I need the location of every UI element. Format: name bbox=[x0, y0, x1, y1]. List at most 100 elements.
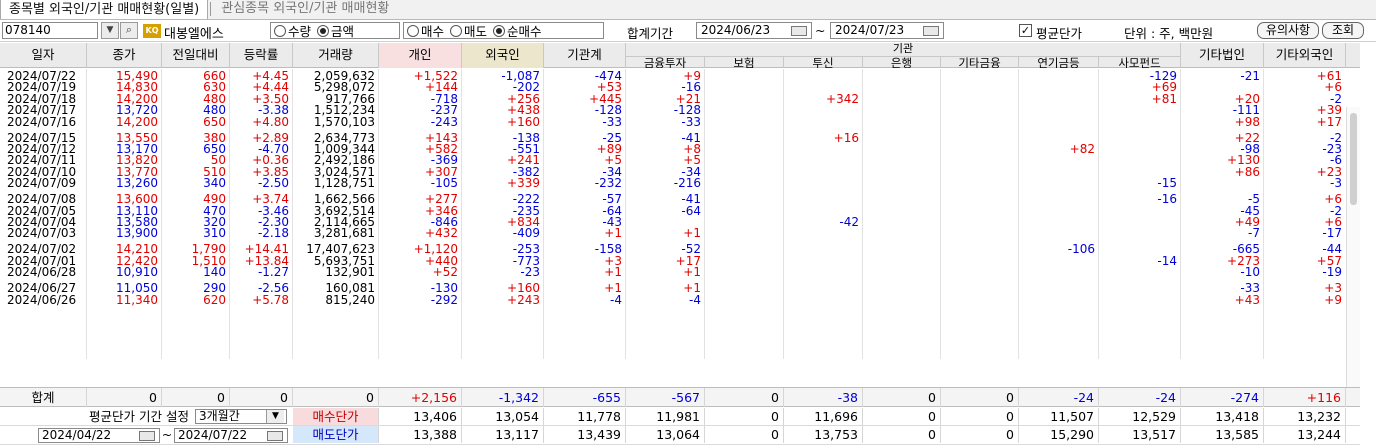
table-row[interactable]: 2024/07/08 13,600 490 +3.74 1,662,566 +277 -22… bbox=[0, 194, 1360, 205]
cell-date: 2024/06/27 bbox=[7, 283, 77, 295]
notice-button[interactable]: 유의사항 bbox=[1257, 22, 1319, 39]
table-row[interactable]: 2024/06/27 11,050 290 -2.56 160,081 -130 +160 +… bbox=[0, 283, 1360, 294]
header-foreign[interactable]: 외국인 bbox=[462, 43, 544, 68]
cell-date: 2024/07/10 bbox=[7, 166, 77, 178]
avg-price-checkbox[interactable]: ✓ bbox=[1019, 24, 1032, 37]
calendar-icon[interactable] bbox=[139, 431, 155, 441]
header-fin-invest[interactable]: 금융투자 bbox=[626, 56, 705, 68]
query-button[interactable]: 조회 bbox=[1322, 22, 1364, 39]
radio-label: 매도 bbox=[464, 24, 488, 39]
totals-institution: -655 bbox=[544, 388, 626, 407]
cell-close: 14,200 bbox=[116, 93, 158, 105]
stock-code-input[interactable]: 078140 bbox=[2, 22, 98, 39]
cell-volume: 2,059,632 bbox=[313, 71, 375, 82]
cell-rate: +4.44 bbox=[252, 82, 289, 94]
unit-radio-group: 수량 금액 bbox=[270, 22, 400, 39]
header-date[interactable]: 일자 bbox=[0, 43, 87, 68]
vertical-scrollbar[interactable] bbox=[1346, 107, 1360, 387]
header-volume[interactable]: 거래량 bbox=[293, 43, 379, 68]
table-row[interactable]: 2024/07/05 13,110 470 -3.46 3,692,514 +346 -23… bbox=[0, 206, 1360, 217]
header-private-fund[interactable]: 사모펀드 bbox=[1099, 56, 1181, 68]
table-row[interactable]: 2024/07/01 12,420 1,510 +13.84 5,693,751 +440… bbox=[0, 256, 1360, 267]
cell-institution: +1 bbox=[604, 267, 622, 279]
cell-close: 13,580 bbox=[116, 217, 158, 228]
cell-volume: 815,240 bbox=[325, 294, 375, 306]
cell-private-fund: +81 bbox=[1151, 93, 1177, 105]
table-row[interactable]: 2024/07/10 13,770 510 +3.85 3,024,571 +307 -38… bbox=[0, 167, 1360, 178]
header-other-foreign[interactable]: 기타외국인 bbox=[1264, 43, 1346, 68]
avg-period-select[interactable]: 3개월간 ▼ bbox=[195, 409, 287, 424]
header-trust[interactable]: 투신 bbox=[784, 56, 863, 68]
avg-sell-value: 13,439 bbox=[544, 426, 626, 443]
table-row[interactable]: 2024/07/17 13,720 480 -3.38 1,512,234 -237 +43… bbox=[0, 105, 1360, 116]
header-bank[interactable]: 은행 bbox=[863, 56, 941, 68]
calendar-icon[interactable] bbox=[791, 26, 807, 36]
table-row[interactable]: 2024/07/16 14,200 650 +4.80 1,570,103 -243 +16… bbox=[0, 117, 1360, 128]
header-individual[interactable]: 개인 bbox=[379, 43, 462, 68]
avg-buy-value: 13,406 bbox=[379, 408, 462, 425]
cell-institution: -474 bbox=[594, 71, 622, 82]
table-row[interactable]: 2024/07/03 13,900 310 -2.18 3,281,681 +432 -40… bbox=[0, 228, 1360, 239]
radio-quantity[interactable]: 수량 bbox=[274, 21, 311, 40]
header-close[interactable]: 종가 bbox=[87, 43, 162, 68]
tab-stock-daily[interactable]: 종목별 외국인/기관 매매현황(일별) bbox=[0, 0, 209, 19]
header-pension[interactable]: 연기금등 bbox=[1019, 56, 1099, 68]
avg-from-input[interactable]: 2024/04/22 bbox=[38, 428, 160, 443]
table-row[interactable]: 2024/07/18 14,200 480 +3.50 917,766 -718 +256 +… bbox=[0, 94, 1360, 105]
cell-individual: -718 bbox=[430, 93, 458, 105]
table-row[interactable]: 2024/07/12 13,170 650 -4.70 1,009,344 +582 -55… bbox=[0, 144, 1360, 155]
header-insurance[interactable]: 보험 bbox=[705, 56, 784, 68]
code-dropdown-button[interactable]: ▼ bbox=[101, 22, 119, 39]
avg-buy-value: 11,696 bbox=[784, 408, 863, 425]
date-to-input[interactable]: 2024/07/23 bbox=[830, 22, 944, 39]
cell-close: 13,170 bbox=[116, 144, 158, 155]
table-row[interactable]: 2024/07/11 13,820 50 +0.36 2,492,186 -369 +241… bbox=[0, 155, 1360, 166]
table-row[interactable]: 2024/07/02 14,210 1,790 +14.41 17,407,623 +1,… bbox=[0, 244, 1360, 255]
totals-other-corp: -274 bbox=[1181, 388, 1264, 407]
scrollbar-thumb[interactable] bbox=[1350, 113, 1357, 205]
cell-rate: -1.27 bbox=[257, 267, 289, 279]
totals-other-foreign: +116 bbox=[1264, 388, 1346, 407]
header-other-corp[interactable]: 기타법인 bbox=[1181, 43, 1264, 68]
cell-other-corp: +20 bbox=[1234, 93, 1260, 105]
cell-other-corp: +130 bbox=[1227, 155, 1260, 167]
cell-other-corp: +49 bbox=[1234, 217, 1260, 228]
table-row[interactable]: 2024/06/28 10,910 140 -1.27 132,901 +52 -23 +1 +… bbox=[0, 267, 1360, 278]
table-row[interactable]: 2024/07/19 14,830 630 +4.44 5,298,072 +144 -20… bbox=[0, 82, 1360, 93]
cell-fin-invest: +5 bbox=[683, 155, 701, 167]
cell-change: 480 bbox=[203, 105, 226, 117]
calendar-icon[interactable] bbox=[923, 26, 939, 36]
table-row[interactable]: 2024/07/15 13,550 380 +2.89 2,634,773 +143 -13… bbox=[0, 133, 1360, 144]
header-change[interactable]: 전일대비 bbox=[162, 43, 230, 68]
radio-circle-icon bbox=[407, 24, 419, 37]
table-body: 2024/07/22 15,490 660 +4.45 2,059,632 +1,522 -… bbox=[0, 69, 1360, 387]
cell-other-foreign: -19 bbox=[1322, 267, 1342, 279]
market-badge-icon: KQ bbox=[143, 24, 161, 38]
date-from-input[interactable]: 2024/06/23 bbox=[696, 22, 812, 39]
cell-rate: -3.38 bbox=[257, 105, 289, 117]
radio-circle-icon bbox=[493, 24, 506, 37]
radio-buy[interactable]: 매수 bbox=[407, 21, 444, 40]
avg-sell-value: 13,388 bbox=[379, 426, 462, 443]
search-icon[interactable]: ⌕ bbox=[120, 22, 138, 39]
header-institution[interactable]: 기관계 bbox=[544, 43, 626, 68]
cell-private-fund: +69 bbox=[1151, 82, 1177, 94]
table-row[interactable]: 2024/06/26 11,340 620 +5.78 815,240 -292 +243 -… bbox=[0, 295, 1360, 306]
cell-rate: -2.18 bbox=[257, 228, 289, 240]
cell-date: 2024/07/02 bbox=[7, 244, 77, 256]
table-row[interactable]: 2024/07/09 13,260 340 -2.50 1,128,751 -105 +33… bbox=[0, 178, 1360, 189]
table-row[interactable]: 2024/07/22 15,490 660 +4.45 2,059,632 +1,522 -… bbox=[0, 71, 1360, 82]
header-rate[interactable]: 등락률 bbox=[230, 43, 293, 68]
radio-amount[interactable]: 금액 bbox=[317, 21, 354, 40]
avg-to-text: 2024/07/22 bbox=[178, 428, 248, 442]
table-row[interactable]: 2024/07/04 13,580 320 -2.30 2,114,665 -846 +83… bbox=[0, 217, 1360, 228]
cell-foreign: +438 bbox=[507, 105, 540, 117]
radio-net-buy[interactable]: 순매수 bbox=[493, 21, 542, 40]
cell-other-foreign: +6 bbox=[1324, 217, 1342, 228]
avg-to-input[interactable]: 2024/07/22 bbox=[174, 428, 288, 443]
radio-sell[interactable]: 매도 bbox=[450, 21, 487, 40]
chevron-down-icon[interactable]: ▼ bbox=[266, 410, 284, 423]
calendar-icon[interactable] bbox=[267, 431, 283, 441]
header-other-finance[interactable]: 기타금융 bbox=[941, 56, 1019, 68]
tab-watchlist[interactable]: 관심종목 외국인/기관 매매현황 bbox=[213, 0, 397, 19]
